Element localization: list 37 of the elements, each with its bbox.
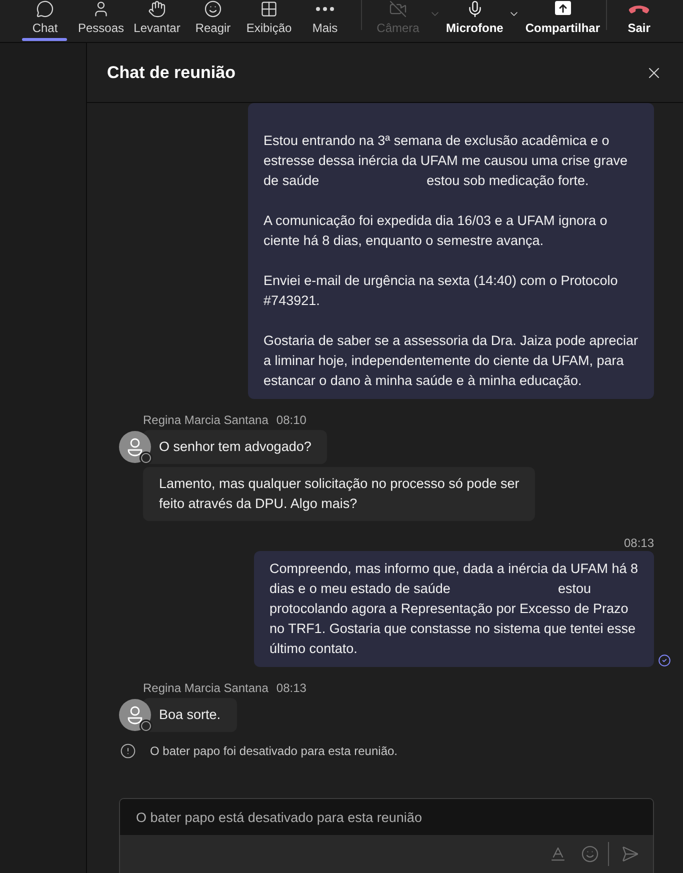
message-text: Estou entrando na 3ª semana de exclusão acadêmica e o estresse dessa inércia da UFAM me causou uma crise grave de saúde estou sob medicação forte. (264, 132, 628, 190)
toolbar-button[interactable]: Compartilhar (523, 0, 602, 42)
message-text: Enviei e-mail de urgência na sexta (14:40) com o Protocolo #743921. (264, 272, 619, 310)
message-bubble: O senhor tem advogado? (143, 430, 328, 464)
text-format-icon (549, 845, 567, 863)
chat-bubble-icon (36, 0, 54, 18)
message-text: A comunicação foi expedida dia 16/03 e a UFAM ignora o ciente há 8 dias, enquanto o semestre avança. (264, 212, 608, 250)
toolbar-button[interactable]: Microfone (444, 0, 506, 42)
panel-title: Chat de reunião (107, 62, 236, 84)
ellipsis-icon (316, 7, 334, 11)
toolbar-button[interactable]: Mais (297, 0, 353, 42)
message-bubble: Lamento, mas qualquer solicitação no processo só pode ser feito através da DPU. Algo mais? (143, 467, 536, 521)
send-icon (621, 845, 639, 863)
toolbar-button[interactable]: Reagir (185, 0, 241, 42)
sender-name: Regina Marcia Santana (143, 412, 268, 428)
toolbar-button[interactable]: Chat (17, 0, 73, 42)
message-time: 08:13 (276, 680, 306, 696)
message-text: Gostaria de saber se a assessoria da Dra. Jaiza pode apreciar a liminar hoje, independentemente do ciente da UFAM, para estancar o dano à minha saúde e à minha educação. (264, 332, 638, 390)
presence-icon (141, 453, 151, 463)
toolbar-button[interactable]: Levantar (129, 0, 185, 42)
alert-icon (120, 743, 136, 759)
sender-name: Regina Marcia Santana (143, 680, 268, 696)
toolbar-button[interactable]: Exibição (241, 0, 297, 42)
message-time: 08:13 (624, 535, 654, 551)
system-notice: O bater papo foi desativado para esta reunião. (150, 743, 398, 759)
smiley-icon (204, 0, 222, 18)
hand-icon (148, 0, 166, 18)
message-time: 08:10 (276, 412, 306, 428)
presence-icon (141, 721, 151, 731)
camera-off-icon (389, 0, 407, 18)
leave-button[interactable]: Sair (611, 0, 668, 42)
grid-icon (260, 0, 278, 18)
smiley-icon (581, 845, 599, 863)
message-text: Compreendo, mas informo que, dada a inércia da UFAM há 8 dias e o meu estado de saúde estou protocolando agora a Representação por Excesso de Prazo no TRF1. Gostaria que constasse no sistema que tentei esse último contato. (270, 560, 638, 658)
person-icon (92, 0, 110, 18)
message-bubble: Boa sorte. (143, 698, 237, 732)
toolbar-button[interactable]: Pessoas (73, 0, 129, 42)
